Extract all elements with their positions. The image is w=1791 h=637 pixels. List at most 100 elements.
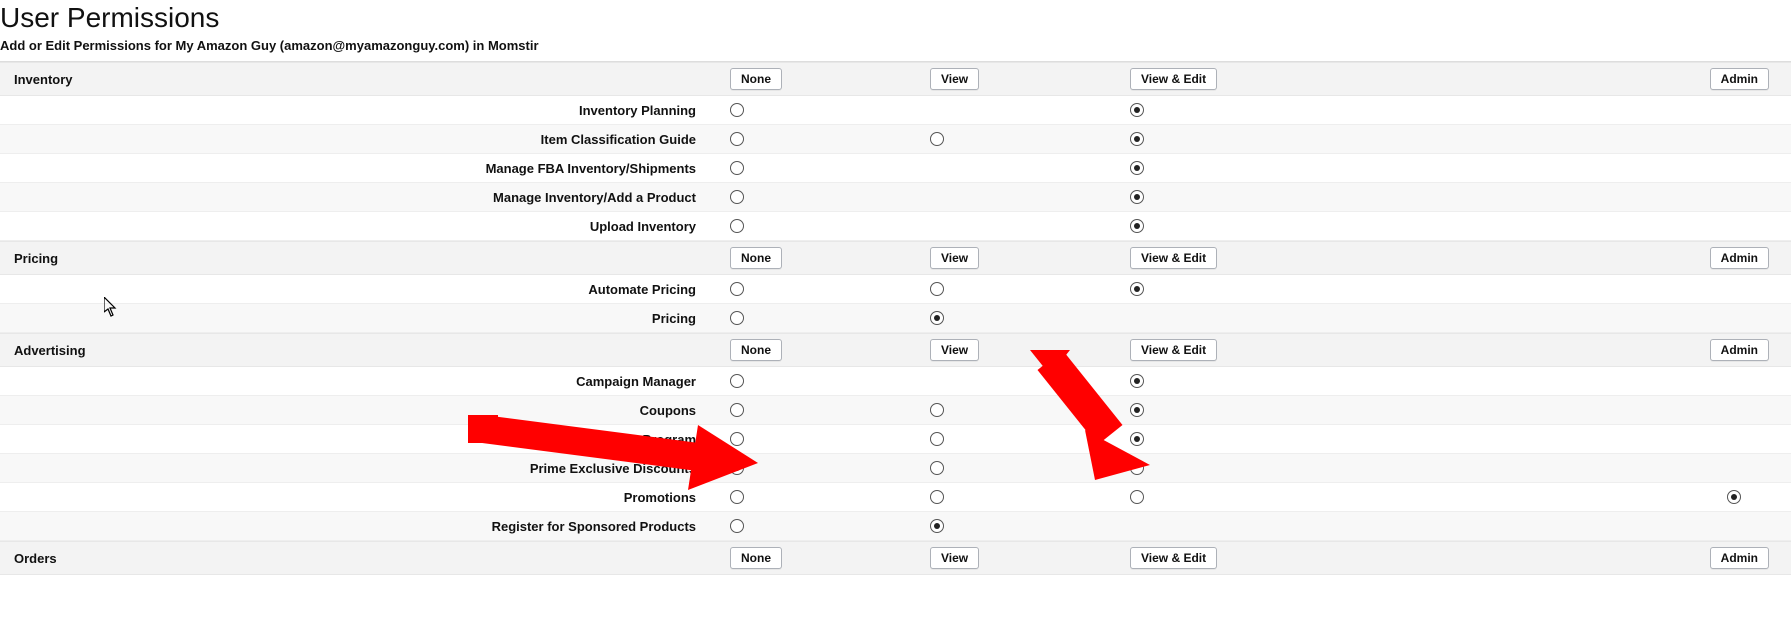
permission-row: Promotions — [0, 483, 1791, 512]
radio-cell-none — [710, 432, 910, 446]
radio-cell-viewedit — [1110, 432, 1410, 446]
admin-button[interactable]: Admin — [1710, 547, 1769, 569]
section-name: Pricing — [0, 251, 710, 266]
radio-view[interactable] — [930, 432, 944, 446]
radio-cell-view — [910, 132, 1110, 146]
radio-none[interactable] — [730, 490, 744, 504]
radio-viewedit[interactable] — [1130, 219, 1144, 233]
radio-cell-none — [710, 519, 910, 533]
section-name: Advertising — [0, 343, 710, 358]
radio-none[interactable] — [730, 161, 744, 175]
none-button[interactable]: None — [730, 547, 782, 569]
none-button[interactable]: None — [730, 68, 782, 90]
radio-none[interactable] — [730, 403, 744, 417]
admin-button[interactable]: Admin — [1710, 339, 1769, 361]
radio-cell-viewedit — [1110, 132, 1410, 146]
radio-viewedit[interactable] — [1130, 374, 1144, 388]
view-edit-button[interactable]: View & Edit — [1130, 68, 1217, 90]
page-subtitle: Add or Edit Permissions for My Amazon Gu… — [0, 38, 1791, 62]
radio-cell-viewedit — [1110, 490, 1410, 504]
radio-cell-none — [710, 403, 910, 417]
radio-viewedit[interactable] — [1130, 103, 1144, 117]
radio-none[interactable] — [730, 190, 744, 204]
radio-view[interactable] — [930, 461, 944, 475]
radio-view[interactable] — [930, 490, 944, 504]
permission-row: Automate Pricing — [0, 275, 1791, 304]
permission-row: Upload Inventory — [0, 212, 1791, 241]
radio-none[interactable] — [730, 103, 744, 117]
radio-none[interactable] — [730, 374, 744, 388]
radio-none[interactable] — [730, 432, 744, 446]
radio-cell-none — [710, 461, 910, 475]
section-header: Advertising None View View & Edit Admin — [0, 333, 1791, 367]
radio-view[interactable] — [930, 519, 944, 533]
radio-cell-none — [710, 282, 910, 296]
permission-label: Pricing — [0, 311, 710, 326]
radio-cell-viewedit — [1110, 461, 1410, 475]
permission-row: Manage FBA Inventory/Shipments — [0, 154, 1791, 183]
radio-viewedit[interactable] — [1130, 282, 1144, 296]
radio-view[interactable] — [930, 282, 944, 296]
radio-none[interactable] — [730, 519, 744, 533]
radio-cell-view — [910, 490, 1110, 504]
permission-label: Automate Pricing — [0, 282, 710, 297]
radio-cell-view — [910, 282, 1110, 296]
radio-cell-none — [710, 374, 910, 388]
admin-button[interactable]: Admin — [1710, 247, 1769, 269]
view-button[interactable]: View — [930, 247, 979, 269]
section-name: Inventory — [0, 72, 710, 87]
view-edit-button[interactable]: View & Edit — [1130, 247, 1217, 269]
radio-cell-viewedit — [1110, 374, 1410, 388]
radio-admin[interactable] — [1727, 490, 1741, 504]
view-button[interactable]: View — [930, 68, 979, 90]
radio-cell-none — [710, 132, 910, 146]
radio-cell-viewedit — [1110, 161, 1410, 175]
radio-cell-none — [710, 190, 910, 204]
none-button[interactable]: None — [730, 339, 782, 361]
radio-view[interactable] — [930, 311, 944, 325]
radio-view[interactable] — [930, 403, 944, 417]
radio-cell-none — [710, 219, 910, 233]
radio-cell-view — [910, 461, 1110, 475]
radio-cell-viewedit — [1110, 190, 1410, 204]
permission-label: Register for Sponsored Products — [0, 519, 710, 534]
radio-viewedit[interactable] — [1130, 190, 1144, 204]
section-header: Inventory None View View & Edit Admin — [0, 62, 1791, 96]
radio-cell-none — [710, 490, 910, 504]
permission-label: Promotions — [0, 490, 710, 505]
radio-cell-view — [910, 311, 1110, 325]
radio-viewedit[interactable] — [1130, 403, 1144, 417]
view-button[interactable]: View — [930, 547, 979, 569]
permission-label: Campaign Manager — [0, 374, 710, 389]
radio-viewedit[interactable] — [1130, 132, 1144, 146]
radio-viewedit[interactable] — [1130, 490, 1144, 504]
admin-button[interactable]: Admin — [1710, 68, 1769, 90]
permission-row: Pricing — [0, 304, 1791, 333]
radio-cell-viewedit — [1110, 219, 1410, 233]
permission-row: Inventory Planning — [0, 96, 1791, 125]
radio-viewedit[interactable] — [1130, 161, 1144, 175]
radio-cell-none — [710, 161, 910, 175]
radio-none[interactable] — [730, 132, 744, 146]
none-button[interactable]: None — [730, 247, 782, 269]
view-edit-button[interactable]: View & Edit — [1130, 339, 1217, 361]
view-button[interactable]: View — [930, 339, 979, 361]
radio-viewedit[interactable] — [1130, 432, 1144, 446]
section-header: Orders None View View & Edit Admin — [0, 541, 1791, 575]
radio-cell-viewedit — [1110, 282, 1410, 296]
radio-none[interactable] — [730, 282, 744, 296]
radio-cell-view — [910, 519, 1110, 533]
view-edit-button[interactable]: View & Edit — [1130, 547, 1217, 569]
radio-none[interactable] — [730, 461, 744, 475]
radio-none[interactable] — [730, 219, 744, 233]
radio-none[interactable] — [730, 311, 744, 325]
section-name: Orders — [0, 551, 710, 566]
permission-label: Upload Inventory — [0, 219, 710, 234]
permission-label: Early Reviewer Program — [0, 432, 710, 447]
radio-cell-none — [710, 311, 910, 325]
radio-cell-viewedit — [1110, 103, 1410, 117]
radio-viewedit[interactable] — [1130, 461, 1144, 475]
radio-view[interactable] — [930, 132, 944, 146]
page-title: User Permissions — [0, 0, 1791, 38]
permission-label: Coupons — [0, 403, 710, 418]
